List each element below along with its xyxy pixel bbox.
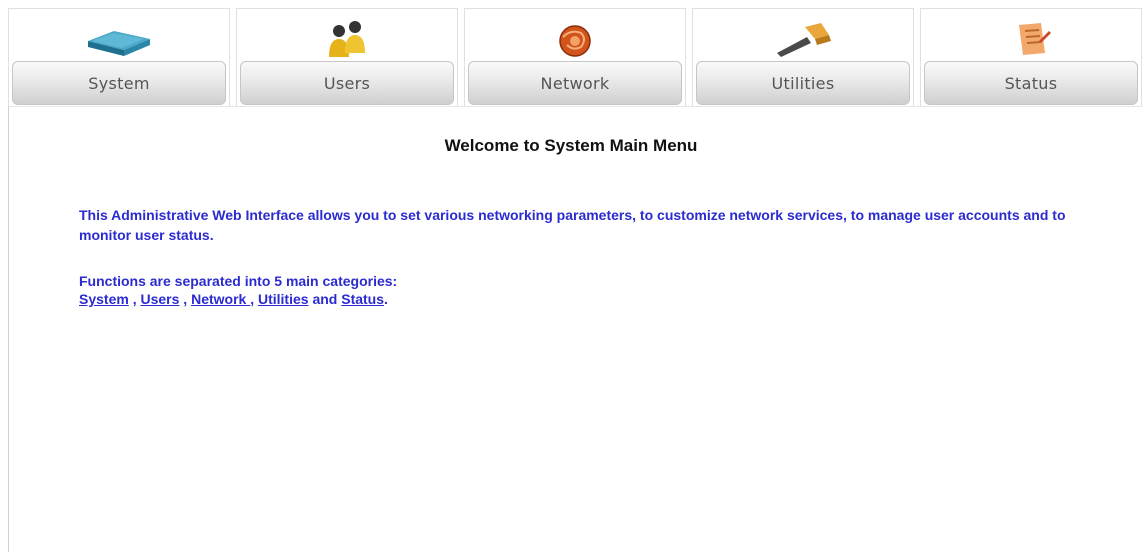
separator: , [179,291,192,307]
intro-text: This Administrative Web Interface allows… [79,207,1066,243]
separator: , [250,291,258,307]
document-icon [995,17,1067,61]
period: . [384,291,388,307]
tab-network[interactable]: Network [464,8,686,106]
tab-status[interactable]: Status [920,8,1142,106]
categories-heading: Functions are separated into 5 main cate… [79,273,398,289]
tab-system-label: System [12,61,226,105]
users-icon [311,17,383,61]
globe-icon [539,17,611,61]
link-utilities[interactable]: Utilities [258,291,309,307]
main-nav-tabs: System Users Network Utilities Status [8,8,1142,106]
separator: and [308,291,342,307]
link-system[interactable]: System [79,291,129,307]
tab-network-label: Network [468,61,682,105]
server-icon [83,17,155,61]
link-status[interactable]: Status [341,291,384,307]
tab-users[interactable]: Users [236,8,458,106]
link-network[interactable]: Network [191,291,250,307]
categories-links: System , Users , Network , Utilities and… [79,290,979,308]
tab-system[interactable]: System [8,8,230,106]
tab-status-label: Status [924,61,1138,105]
tab-utilities-label: Utilities [696,61,910,105]
link-users[interactable]: Users [140,291,179,307]
content-frame [8,106,1142,552]
categories-block: Functions are separated into 5 main cate… [79,272,979,308]
hammer-icon [767,17,839,61]
tab-utilities[interactable]: Utilities [692,8,914,106]
separator: , [128,291,141,307]
page-title: Welcome to System Main Menu [444,136,698,155]
tab-users-label: Users [240,61,454,105]
